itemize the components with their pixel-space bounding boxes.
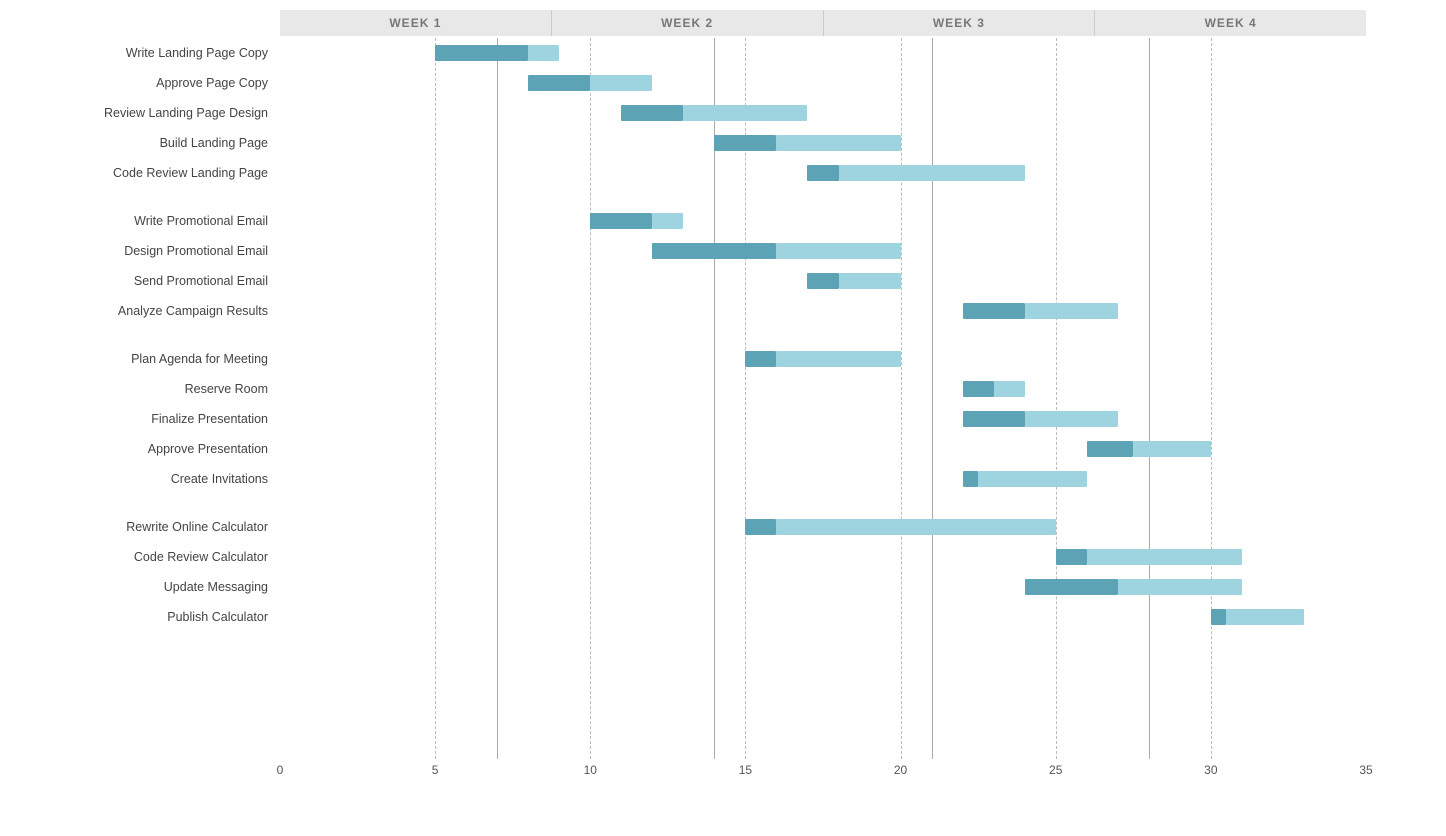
bar-dark [714, 135, 776, 151]
bar-dark [963, 381, 994, 397]
x-tick: 15 [739, 763, 752, 777]
bar-dark [963, 411, 1025, 427]
task-label: Publish Calculator [10, 602, 280, 632]
bar-row [280, 572, 1366, 602]
bar-row [280, 434, 1366, 464]
task-label: Rewrite Online Calculator [10, 512, 280, 542]
bar-light [1025, 303, 1118, 319]
bar-light [776, 243, 900, 259]
bar-row [280, 512, 1366, 542]
week-label-1: WEEK 1 [280, 10, 552, 36]
task-labels: Write Landing Page CopyApprove Page Copy… [10, 38, 280, 632]
week-label-3: WEEK 3 [824, 10, 1096, 36]
bar-row [280, 266, 1366, 296]
bar-spacer [280, 494, 1366, 512]
bar-dark [590, 213, 652, 229]
bar-dark [745, 351, 776, 367]
group-spacer [10, 494, 280, 512]
task-label: Code Review Calculator [10, 542, 280, 572]
bar-row [280, 98, 1366, 128]
bar-dark [807, 165, 838, 181]
bar-dark [621, 105, 683, 121]
week-label-4: WEEK 4 [1095, 10, 1366, 36]
bar-dark [1087, 441, 1134, 457]
bar-dark [435, 45, 528, 61]
x-tick: 5 [432, 763, 439, 777]
bar-light [978, 471, 1087, 487]
bar-dark [963, 303, 1025, 319]
bar-light [839, 165, 1025, 181]
bar-light [776, 519, 1055, 535]
week-label-2: WEEK 2 [552, 10, 824, 36]
x-tick: 35 [1359, 763, 1372, 777]
bars-container [280, 38, 1366, 759]
bar-row [280, 344, 1366, 374]
task-label: Reserve Room [10, 374, 280, 404]
bar-light [683, 105, 807, 121]
bar-row [280, 602, 1366, 632]
task-label: Update Messaging [10, 572, 280, 602]
task-label: Approve Page Copy [10, 68, 280, 98]
bar-spacer [280, 326, 1366, 344]
bar-dark [963, 471, 979, 487]
bar-row [280, 158, 1366, 188]
x-tick: 25 [1049, 763, 1062, 777]
task-label: Write Landing Page Copy [10, 38, 280, 68]
task-label: Build Landing Page [10, 128, 280, 158]
x-tick: 20 [894, 763, 907, 777]
bar-row [280, 464, 1366, 494]
chart-body: Write Landing Page CopyApprove Page Copy… [10, 38, 1426, 759]
bar-dark [528, 75, 590, 91]
bar-light [776, 135, 900, 151]
task-label: Create Invitations [10, 464, 280, 494]
chart-area [280, 38, 1366, 759]
bar-row [280, 296, 1366, 326]
bar-light [994, 381, 1025, 397]
bar-light [652, 213, 683, 229]
bar-light [528, 45, 559, 61]
group-spacer [10, 326, 280, 344]
bar-spacer [280, 188, 1366, 206]
task-label: Write Promotional Email [10, 206, 280, 236]
bar-light [590, 75, 652, 91]
x-tick: 0 [277, 763, 284, 777]
bar-row [280, 374, 1366, 404]
bar-row [280, 236, 1366, 266]
group-spacer [10, 188, 280, 206]
bar-light [1226, 609, 1304, 625]
bar-row [280, 38, 1366, 68]
bar-light [1118, 579, 1242, 595]
task-label: Review Landing Page Design [10, 98, 280, 128]
bar-row [280, 68, 1366, 98]
task-label: Design Promotional Email [10, 236, 280, 266]
bar-row [280, 404, 1366, 434]
bar-dark [652, 243, 776, 259]
task-label: Send Promotional Email [10, 266, 280, 296]
bar-dark [745, 519, 776, 535]
task-label: Code Review Landing Page [10, 158, 280, 188]
bar-light [1087, 549, 1242, 565]
task-label: Approve Presentation [10, 434, 280, 464]
x-tick: 10 [584, 763, 597, 777]
bar-light [776, 351, 900, 367]
bar-dark [1025, 579, 1118, 595]
bar-light [1133, 441, 1211, 457]
bar-dark [1056, 549, 1087, 565]
bar-row [280, 128, 1366, 158]
bar-dark [807, 273, 838, 289]
bar-dark [1211, 609, 1227, 625]
task-label: Plan Agenda for Meeting [10, 344, 280, 374]
bar-light [1025, 411, 1118, 427]
x-tick: 30 [1204, 763, 1217, 777]
chart-container: WEEK 1WEEK 2WEEK 3WEEK 4 Write Landing P… [0, 0, 1446, 836]
bar-row [280, 206, 1366, 236]
x-axis: 05101520253035 [280, 759, 1366, 784]
task-label: Analyze Campaign Results [10, 296, 280, 326]
bar-row [280, 542, 1366, 572]
bar-light [839, 273, 901, 289]
task-label: Finalize Presentation [10, 404, 280, 434]
